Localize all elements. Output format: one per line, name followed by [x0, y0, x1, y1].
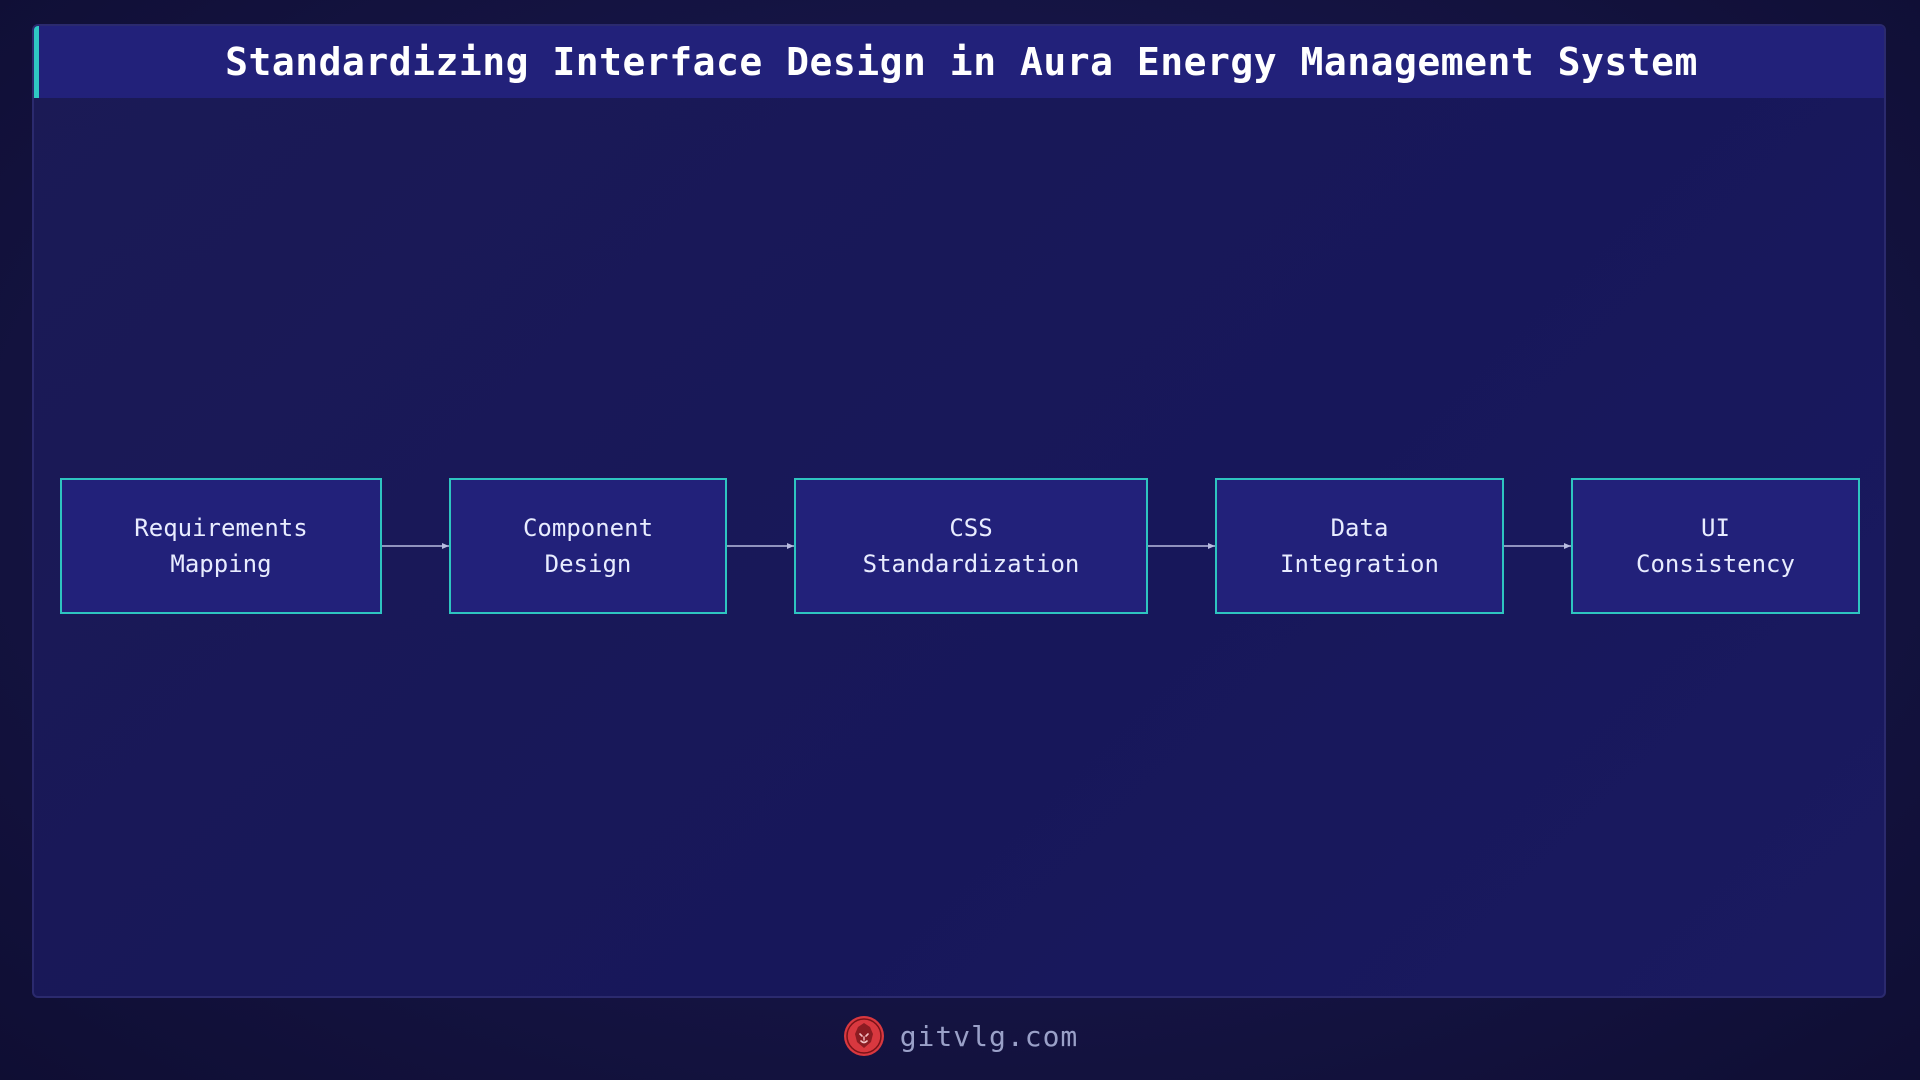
page-title: Standardizing Interface Design in Aura E… [225, 40, 1698, 84]
flow-node-label: CSS Standardization [862, 514, 1080, 578]
flow-node-data-integration: Data Integration [1215, 478, 1504, 614]
flow-node-css-standardization: CSS Standardization [794, 478, 1148, 614]
flow-node-requirements-mapping: Requirements Mapping [60, 478, 382, 614]
flow-node-component-design: Component Design [449, 478, 727, 614]
flow-node-label: Component Design [522, 514, 654, 578]
flow-node-label: Requirements Mapping [134, 514, 308, 578]
lion-head-icon[interactable] [842, 1014, 886, 1058]
site-link[interactable]: gitvlg.com [900, 1020, 1079, 1053]
flow-node-label: Data Integration [1280, 514, 1439, 578]
flow-node-label: UI Consistency [1636, 514, 1795, 578]
title-bar: Standardizing Interface Design in Aura E… [34, 26, 1884, 98]
flow-node-ui-consistency: UI Consistency [1571, 478, 1860, 614]
footer: gitvlg.com [0, 1008, 1920, 1064]
